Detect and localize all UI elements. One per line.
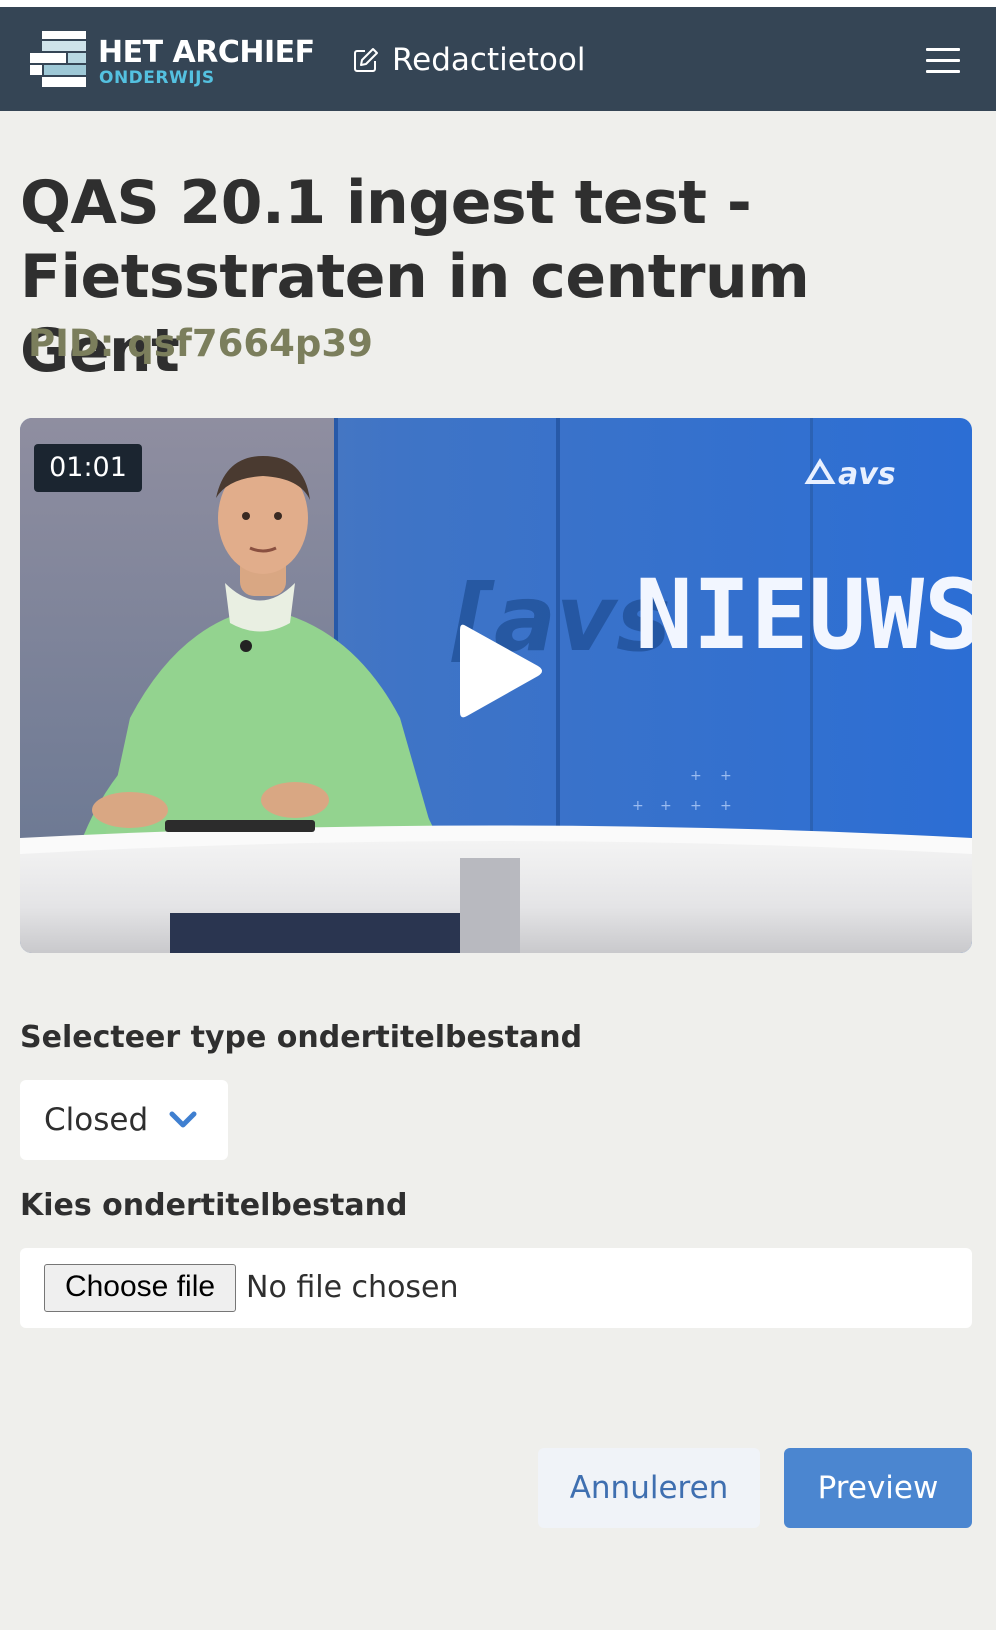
svg-text:+: + bbox=[690, 768, 702, 784]
svg-text:+: + bbox=[632, 798, 644, 814]
subtitle-file-input: Choose file No file chosen bbox=[20, 1248, 972, 1328]
top-border bbox=[0, 0, 996, 7]
subtitle-type-label: Selecteer type ondertitelbestand bbox=[20, 1020, 583, 1055]
svg-text:+: + bbox=[690, 798, 702, 814]
video-duration-badge: 01:01 bbox=[34, 444, 142, 492]
svg-text:+: + bbox=[720, 798, 732, 814]
hamburger-icon[interactable] bbox=[926, 48, 960, 74]
redactietool-label: Redactietool bbox=[392, 42, 586, 78]
thumbnail-brand: avs bbox=[838, 457, 896, 492]
logo-title: HET ARCHIEF bbox=[98, 35, 315, 70]
svg-text:+: + bbox=[720, 768, 732, 784]
subtitle-type-select[interactable]: Closed bbox=[20, 1080, 228, 1160]
top-navbar: HET ARCHIEF ONDERWIJS Redactietool bbox=[0, 7, 996, 111]
redactietool-link[interactable]: Redactietool bbox=[352, 40, 585, 80]
archive-logo-icon bbox=[30, 31, 86, 87]
choose-file-button[interactable]: Choose file bbox=[44, 1264, 236, 1312]
svg-text:+: + bbox=[660, 798, 672, 814]
subtitle-type-value: Closed bbox=[44, 1102, 149, 1138]
preview-button[interactable]: Preview bbox=[784, 1448, 972, 1528]
video-player[interactable]: avs [avs NIEUWS + + + + + + 01:01 bbox=[20, 418, 972, 953]
thumbnail-headline: NIEUWS bbox=[635, 559, 972, 671]
play-icon[interactable] bbox=[450, 616, 550, 726]
het-archief-logo[interactable]: HET ARCHIEF ONDERWIJS bbox=[30, 29, 315, 91]
cancel-button[interactable]: Annuleren bbox=[538, 1448, 760, 1528]
edit-icon bbox=[354, 48, 378, 72]
pid-label: PID: qsf7664p39 bbox=[28, 322, 373, 365]
chevron-down-icon bbox=[169, 1111, 197, 1128]
file-status-text: No file chosen bbox=[246, 1270, 459, 1305]
logo-subtitle: ONDERWIJS bbox=[99, 68, 215, 88]
subtitle-file-label: Kies ondertitelbestand bbox=[20, 1188, 408, 1223]
